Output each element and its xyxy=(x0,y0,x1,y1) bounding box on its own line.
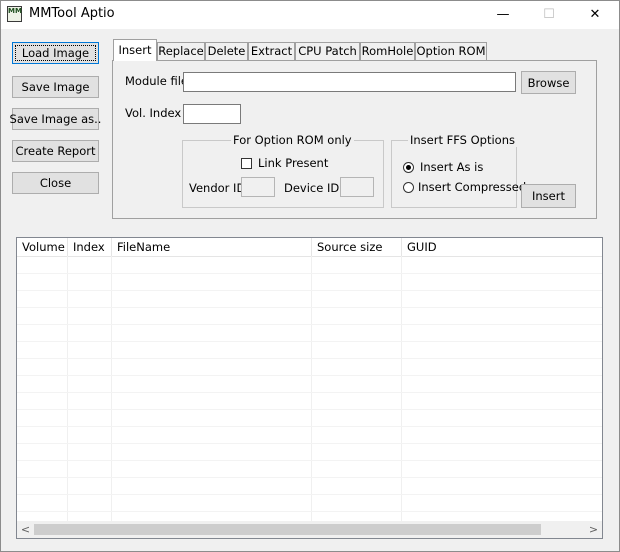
vendor-id-label: Vendor ID xyxy=(189,181,246,195)
insert-compressed-radio[interactable] xyxy=(403,182,414,193)
browse-label: Browse xyxy=(527,75,570,90)
column-header-source-size[interactable]: Source size xyxy=(312,238,402,256)
column-header-index[interactable]: Index xyxy=(68,238,112,256)
option-rom-group: For Option ROM only Link Present Vendor … xyxy=(182,133,384,208)
insert-button[interactable]: Insert xyxy=(521,184,576,208)
grid-line xyxy=(17,273,602,274)
grid-line xyxy=(17,341,602,342)
maximize-button[interactable]: ☐ xyxy=(526,1,572,29)
close-button[interactable]: Close xyxy=(12,172,99,194)
insert-compressed-label: Insert Compressed xyxy=(418,180,527,194)
grid-line xyxy=(17,324,602,325)
grid-line xyxy=(17,409,602,410)
tab-cpu-patch[interactable]: CPU Patch xyxy=(295,42,360,60)
grid-line xyxy=(17,511,602,512)
grid-line xyxy=(17,375,602,376)
create-report-label: Create Report xyxy=(15,144,96,158)
option-rom-group-title: For Option ROM only xyxy=(231,133,354,147)
table-header: Volume Index FileName Source size GUID xyxy=(17,238,602,257)
title-bar: MM MMTool Aptio — ☐ ✕ xyxy=(1,1,619,29)
grid-line xyxy=(17,290,602,291)
scroll-right-icon[interactable]: > xyxy=(585,521,602,538)
save-image-as-label: Save Image as.. xyxy=(9,112,102,126)
app-icon: MM xyxy=(7,6,22,22)
column-header-filename[interactable]: FileName xyxy=(112,238,312,256)
grid-line xyxy=(17,460,602,461)
grid-line xyxy=(401,256,402,521)
vol-index-label: Vol. Index xyxy=(125,106,182,120)
tab-extract[interactable]: Extract xyxy=(248,42,295,60)
vendor-id-input[interactable] xyxy=(241,177,275,197)
insert-as-is-radio[interactable] xyxy=(403,162,414,173)
module-file-input[interactable] xyxy=(183,72,516,92)
save-image-button[interactable]: Save Image xyxy=(12,76,99,98)
tab-romhole[interactable]: RomHole xyxy=(360,42,415,60)
grid-line xyxy=(17,358,602,359)
horizontal-scrollbar[interactable]: < > xyxy=(17,521,602,538)
tab-replace[interactable]: Replace xyxy=(157,42,205,60)
scroll-thumb[interactable] xyxy=(34,524,541,535)
link-present-checkbox[interactable] xyxy=(241,158,252,169)
insert-label: Insert xyxy=(532,189,565,203)
grid-line xyxy=(17,307,602,308)
grid-line xyxy=(17,443,602,444)
grid-line xyxy=(111,256,112,521)
grid-line xyxy=(67,256,68,521)
load-image-label: Load Image xyxy=(21,46,90,60)
device-id-input[interactable] xyxy=(340,177,374,197)
device-id-label: Device ID xyxy=(284,181,340,195)
main-window: MM MMTool Aptio — ☐ ✕ Load Image Save Im… xyxy=(0,0,620,552)
window-title: MMTool Aptio xyxy=(29,6,115,21)
tab-option-rom[interactable]: Option ROM xyxy=(415,42,487,60)
grid-line xyxy=(17,392,602,393)
create-report-button[interactable]: Create Report xyxy=(12,140,99,162)
ffs-options-title: Insert FFS Options xyxy=(408,133,517,147)
grid-line xyxy=(17,426,602,427)
scroll-left-icon[interactable]: < xyxy=(17,521,34,538)
minimize-button[interactable]: — xyxy=(480,1,526,29)
save-image-as-button[interactable]: Save Image as.. xyxy=(9,108,102,130)
tab-insert[interactable]: Insert xyxy=(113,39,157,61)
insert-as-is-label: Insert As is xyxy=(420,160,484,174)
grid-line xyxy=(311,256,312,521)
close-window-button[interactable]: ✕ xyxy=(572,1,618,29)
save-image-label: Save Image xyxy=(21,80,90,94)
ffs-options-group: Insert FFS Options Insert As is Insert C… xyxy=(391,133,526,208)
tab-delete[interactable]: Delete xyxy=(205,42,248,60)
close-label: Close xyxy=(39,176,72,190)
vol-index-input[interactable] xyxy=(183,104,241,124)
column-header-volume[interactable]: Volume xyxy=(17,238,68,256)
load-image-button[interactable]: Load Image xyxy=(12,42,99,64)
insert-tab-panel: Module file Browse Vol. Index For Option… xyxy=(112,60,597,219)
modules-table[interactable]: Volume Index FileName Source size GUID <… xyxy=(16,237,603,539)
grid-line xyxy=(17,494,602,495)
column-header-guid[interactable]: GUID xyxy=(402,238,602,256)
browse-button[interactable]: Browse xyxy=(521,71,576,94)
module-file-label: Module file xyxy=(125,74,188,88)
grid-line xyxy=(17,477,602,478)
link-present-label: Link Present xyxy=(258,156,329,170)
